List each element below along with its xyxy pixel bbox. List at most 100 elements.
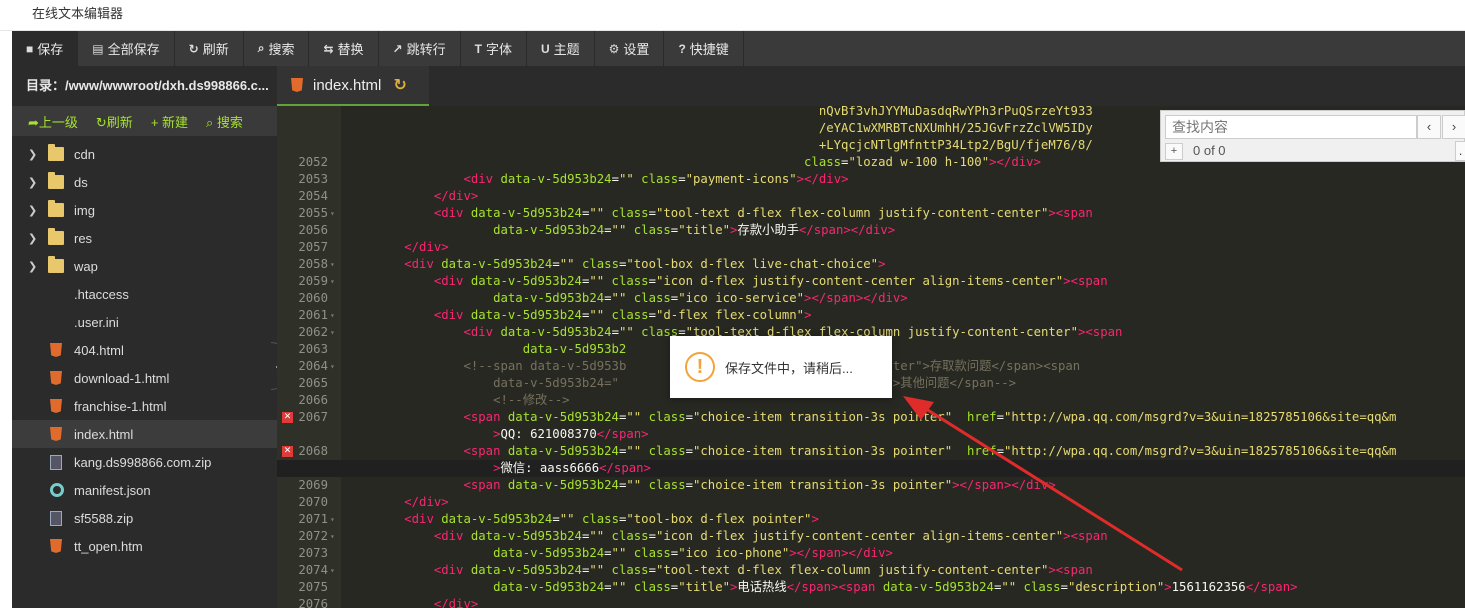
code-token: data-v-5d953b24 xyxy=(500,325,612,339)
file-tree-item[interactable]: sf5588.zip xyxy=(12,504,277,532)
fold-icon[interactable]: ▾ xyxy=(330,511,335,528)
file-tree-item[interactable]: ❯ wap xyxy=(12,252,277,280)
code-token: > xyxy=(811,512,819,526)
find-next-button[interactable]: › xyxy=(1442,115,1465,139)
file-tree-item[interactable]: download-1.html xyxy=(12,364,277,392)
code-token: class xyxy=(604,529,649,543)
line-number: 2062 xyxy=(298,325,328,339)
code-token: = xyxy=(611,325,619,339)
toolbar-button-9[interactable]: ? 快捷键 xyxy=(664,31,744,66)
file-tree-item[interactable]: .htaccess xyxy=(12,280,277,308)
toolbar-button-6[interactable]: T 字体 xyxy=(461,31,527,66)
code-token: data-v-5d953b24=" xyxy=(493,376,619,390)
fold-icon[interactable]: ▾ xyxy=(330,324,335,341)
find-prev-button[interactable]: ‹ xyxy=(1417,115,1441,139)
code-token: </span><span xyxy=(786,580,883,594)
file-tree-item[interactable]: 404.html xyxy=(12,336,277,364)
code-token: class xyxy=(574,512,619,526)
error-marker-icon[interactable]: ✕ xyxy=(282,446,293,457)
window-titlebar: 在线文本编辑器 xyxy=(0,0,1465,31)
current-directory: 目录：/www/wwwroot/dxh.ds998866.c... xyxy=(12,66,277,106)
fold-icon[interactable]: ▾ xyxy=(330,358,335,375)
toolbar-button-8[interactable]: ⚙ 设置 xyxy=(595,31,665,66)
toolbar-button-7[interactable]: U 主题 xyxy=(527,31,595,66)
fold-icon[interactable]: ▾ xyxy=(330,256,335,273)
find-input[interactable] xyxy=(1165,115,1417,139)
file-tree-item[interactable]: ❯ res xyxy=(12,224,277,252)
code-token: "" xyxy=(626,444,642,458)
code-token: <div xyxy=(463,325,501,339)
fold-icon[interactable]: ▾ xyxy=(330,205,335,222)
code-token: data-v-5d953b24 xyxy=(441,257,553,271)
code-token: "" xyxy=(559,257,575,271)
line-number: 2070 xyxy=(298,495,328,509)
code-token: ><span xyxy=(1063,274,1108,288)
refresh-tree-button[interactable]: ↻刷新 xyxy=(96,112,133,131)
file-tree-item[interactable]: .user.ini xyxy=(12,308,277,336)
new-file-button[interactable]: + 新建 xyxy=(151,112,188,131)
toolbar-button-4[interactable]: ⇆ 替换 xyxy=(309,31,379,66)
code-token: ></div> xyxy=(796,172,849,186)
file-tree-item[interactable]: ❯ cdn xyxy=(12,140,277,168)
fold-icon[interactable]: ▾ xyxy=(330,273,335,290)
search-files-button[interactable]: ⌕ 搜索 xyxy=(206,112,243,131)
code-token: = xyxy=(996,410,1004,424)
chevron-right-icon: ❯ xyxy=(28,204,38,217)
fold-icon[interactable]: ▾ xyxy=(330,307,335,324)
file-tree-item[interactable]: tt_open.htm xyxy=(12,532,277,560)
tab-label: index.html xyxy=(313,76,382,94)
code-line: 2053 <div data-v-5d953b24="" class="paym… xyxy=(277,171,1465,188)
code-text: <span data-v-5d953b24="" class="choice-i… xyxy=(345,443,1396,460)
code-token: "" xyxy=(611,291,627,305)
code-token: class xyxy=(804,155,842,169)
line-number: 2072 xyxy=(298,529,328,543)
fold-icon[interactable]: ▾ xyxy=(330,562,335,579)
file-tree-item[interactable]: manifest.json xyxy=(12,476,277,504)
reload-icon[interactable]: ↻ xyxy=(393,75,406,95)
find-extra-button[interactable]: . xyxy=(1455,141,1465,161)
file-tree-item[interactable]: kang.ds998866.com.zip xyxy=(12,448,277,476)
toolbar-button-3[interactable]: ⌕ 搜索 xyxy=(244,31,310,66)
code-token: "" xyxy=(618,325,634,339)
code-token: data-v-5d953b24 xyxy=(470,206,582,220)
code-token: 电话热线 xyxy=(737,580,787,594)
tab-index-html[interactable]: index.html ↻ xyxy=(277,66,429,106)
code-text: <!--修改--> xyxy=(345,392,569,409)
toolbar-button-2[interactable]: ↻ 刷新 xyxy=(175,31,244,66)
html-file-icon xyxy=(50,399,62,413)
toolbar-button-5[interactable]: ↗ 跳转行 xyxy=(379,31,461,66)
code-token: data-v-5d953b24 xyxy=(882,580,994,594)
file-tree-item[interactable]: franchise-1.html xyxy=(12,392,277,420)
code-token: "d-flex flex-column" xyxy=(655,308,805,322)
file-tree-item[interactable]: index.html xyxy=(12,420,277,448)
code-token: data-v-5d953b24 xyxy=(493,223,605,237)
code-token: data-v-5d953b24 xyxy=(470,274,582,288)
fold-icon[interactable]: ▾ xyxy=(330,528,335,545)
file-name: .user.ini xyxy=(74,314,119,330)
code-text: <div data-v-5d953b24="" class="icon d-fl… xyxy=(345,273,1108,290)
toolbar-button-1[interactable]: ▤ 全部保存 xyxy=(78,31,175,66)
toolbar-button-0[interactable]: ■ 保存 xyxy=(12,31,79,66)
file-tree-item[interactable]: ❯ ds xyxy=(12,168,277,196)
code-token: = xyxy=(996,444,1004,458)
saving-toast: ! 保存文件中，请稍后... xyxy=(670,336,892,398)
find-options-button[interactable]: + xyxy=(1165,143,1183,160)
json-file-icon xyxy=(50,483,64,497)
file-tree-item[interactable]: ❯ img xyxy=(12,196,277,224)
code-token: href xyxy=(966,444,997,458)
up-level-button[interactable]: ➦上一级 xyxy=(28,112,78,131)
code-token: ></span></div> xyxy=(952,478,1056,492)
zip-file-icon xyxy=(50,510,62,526)
line-number: 2057 xyxy=(298,240,328,254)
code-text: <div data-v-5d953b24="" class="payment-i… xyxy=(345,171,849,188)
toolbar-icon: ■ xyxy=(26,41,34,56)
error-marker-icon[interactable]: ✕ xyxy=(282,412,293,423)
code-line: 2075 data-v-5d953b24="" class="title">电话… xyxy=(277,579,1465,596)
code-token: href xyxy=(966,410,997,424)
